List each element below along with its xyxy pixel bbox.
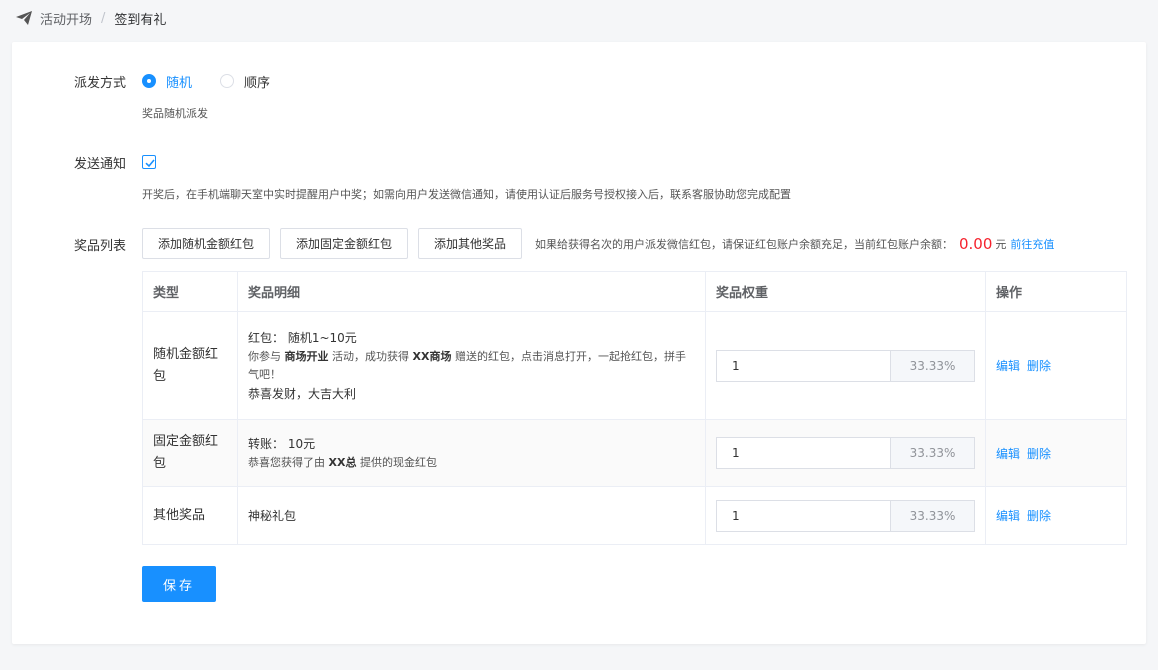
- table-row: 其他奖品 神秘礼包 1 33.33% 编辑 删除: [142, 486, 1127, 545]
- edit-link[interactable]: 编辑: [996, 447, 1020, 461]
- prize-title: 红包： 随机1~10元: [248, 330, 357, 345]
- add-other-prize-button[interactable]: 添加其他奖品: [418, 228, 522, 259]
- check-icon: [145, 159, 155, 168]
- edit-link[interactable]: 编辑: [996, 509, 1020, 523]
- breadcrumb-separator: /: [101, 10, 106, 26]
- prize-desc-emphasis: 商场开业: [284, 349, 329, 363]
- weight-percent: 33.33%: [890, 349, 975, 382]
- radio-random-label: 随机: [166, 75, 193, 91]
- prize-table: 类型 奖品明细 奖品权重 操作 随机金额红包 红包： 随机1~10元 你参与 商…: [142, 271, 1127, 545]
- prize-desc: 恭喜您获得了由 XX总 提供的现金红包: [248, 454, 695, 472]
- radio-sequential[interactable]: 顺序: [220, 72, 270, 91]
- add-fixed-redpacket-button[interactable]: 添加固定金额红包: [280, 228, 408, 259]
- weight-input[interactable]: 1: [716, 437, 890, 469]
- prize-desc-part: 活动，成功获得: [328, 349, 413, 363]
- prize-wish: 恭喜发财，大吉大利: [248, 386, 357, 401]
- notify-help: 开奖后，在手机端聊天室中实时提醒用户中奖；如需向用户发送微信通知，请使用认证后服…: [142, 188, 791, 201]
- prize-type: 其他奖品: [153, 507, 206, 523]
- delete-link[interactable]: 删除: [1027, 509, 1051, 523]
- add-random-redpacket-button[interactable]: 添加随机金额红包: [142, 228, 270, 259]
- col-ops: 操作: [985, 271, 1127, 312]
- prize-desc-emphasis: XX总: [328, 456, 357, 469]
- col-type: 类型: [142, 271, 238, 312]
- prize-title: 转账： 10元: [248, 437, 316, 451]
- prize-desc-part: 提供的现金红包: [356, 456, 437, 469]
- settings-card: 派发方式 随机 顺序 奖品随机派发 发送通知 开奖后，在手机端聊天室中实时提醒用…: [12, 42, 1146, 644]
- weight-input-group: 1 33.33%: [716, 349, 975, 382]
- prize-desc-emphasis: XX商场: [412, 349, 452, 363]
- col-weight: 奖品权重: [705, 271, 986, 312]
- dispatch-radio-group: 随机 顺序: [142, 72, 298, 91]
- radio-dot-icon: [142, 74, 156, 88]
- balance-note: 如果给获得名次的用户派发微信红包，请保证红包账户余额充足，当前红包账户余额： 0…: [535, 228, 1054, 259]
- paper-plane-icon: [16, 11, 32, 25]
- balance-amount: 0.00: [959, 234, 993, 253]
- weight-percent: 33.33%: [890, 499, 975, 532]
- edit-link[interactable]: 编辑: [996, 359, 1020, 373]
- notify-label: 发送通知: [74, 157, 127, 172]
- table-row: 固定金额红包 转账： 10元 恭喜您获得了由 XX总 提供的现金红包 1 33.…: [142, 419, 1127, 487]
- prize-desc-part: 你参与: [248, 349, 285, 363]
- recharge-link[interactable]: 前往充值: [1010, 236, 1054, 252]
- weight-percent: 33.33%: [890, 437, 975, 469]
- radio-sequential-label: 顺序: [244, 75, 271, 91]
- radio-dot-icon: [220, 74, 235, 88]
- breadcrumb-current: 签到有礼: [114, 12, 167, 28]
- notify-checkbox[interactable]: [142, 155, 156, 169]
- dispatch-label: 派发方式: [74, 76, 127, 91]
- col-detail: 奖品明细: [237, 271, 706, 312]
- weight-input-group: 1 33.33%: [716, 437, 975, 469]
- prize-title: 神秘礼包: [248, 508, 297, 523]
- weight-input-group: 1 33.33%: [716, 499, 975, 532]
- prize-type: 随机金额红包: [153, 346, 219, 384]
- weight-input[interactable]: 1: [716, 499, 890, 532]
- prizes-label: 奖品列表: [74, 239, 127, 254]
- prize-desc: 你参与 商场开业 活动，成功获得 XX商场 赠送的红包，点击消息打开，一起抢红包…: [248, 348, 695, 384]
- balance-note-text: 如果给获得名次的用户派发微信红包，请保证红包账户余额充足，当前红包账户余额：: [535, 237, 953, 251]
- table-header-row: 类型 奖品明细 奖品权重 操作: [142, 271, 1127, 312]
- prize-type: 固定金额红包: [153, 434, 219, 471]
- breadcrumb-parent[interactable]: 活动开场: [40, 9, 92, 28]
- dispatch-help: 奖品随机派发: [142, 107, 208, 120]
- weight-input[interactable]: 1: [716, 349, 890, 382]
- delete-link[interactable]: 删除: [1027, 359, 1051, 373]
- radio-random[interactable]: 随机: [142, 72, 192, 91]
- delete-link[interactable]: 删除: [1027, 447, 1051, 461]
- save-button[interactable]: 保存: [142, 566, 216, 602]
- balance-unit: 元: [995, 237, 1007, 251]
- prize-desc-part: 恭喜您获得了由: [248, 456, 329, 469]
- table-row: 随机金额红包 红包： 随机1~10元 你参与 商场开业 活动，成功获得 XX商场…: [142, 311, 1127, 420]
- breadcrumb: 活动开场 / 签到有礼: [16, 9, 167, 28]
